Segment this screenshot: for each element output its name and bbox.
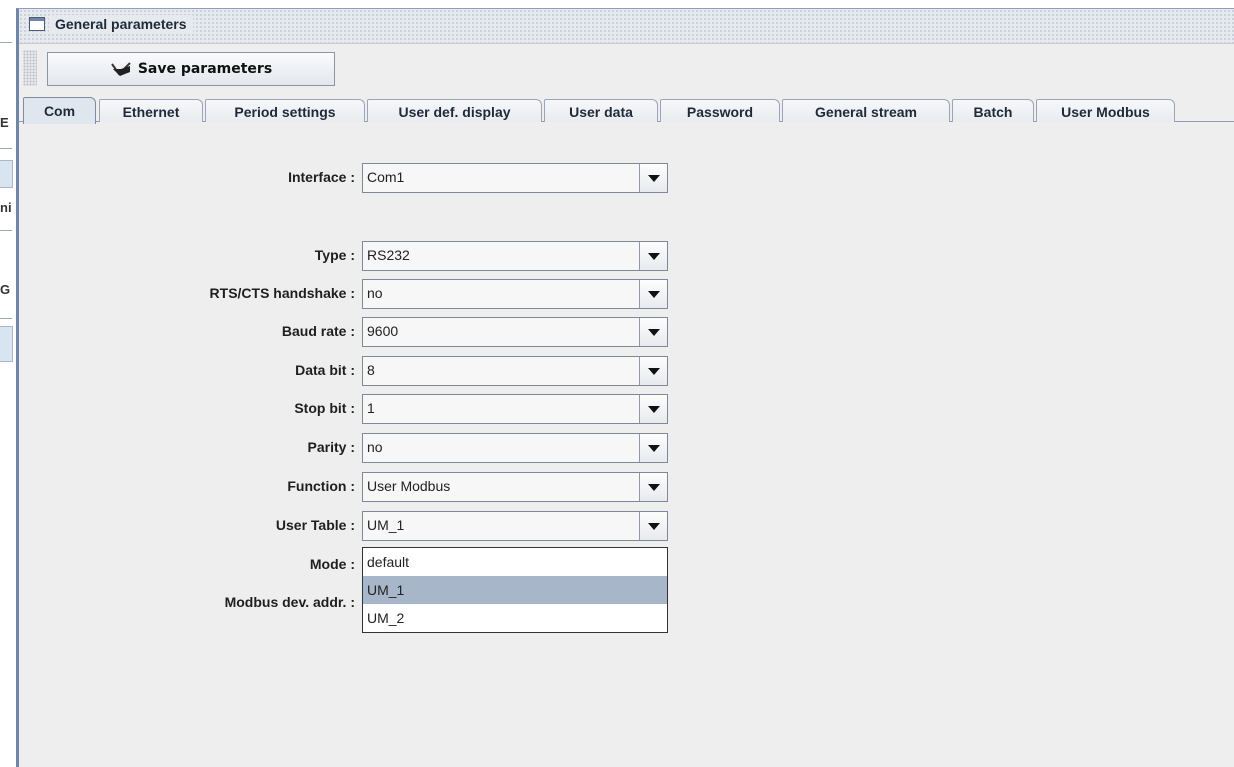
interface-value: Com1	[367, 169, 405, 185]
tab-com[interactable]: Com	[23, 97, 96, 124]
interface-select[interactable]: Com1	[362, 163, 668, 193]
function-select[interactable]: User Modbus	[362, 472, 668, 502]
parity-select[interactable]: no	[362, 433, 668, 463]
dropdown-option-um-2[interactable]: UM_2	[363, 604, 667, 632]
window-titlebar[interactable]: General parameters	[19, 9, 1234, 44]
chevron-down-icon[interactable]	[639, 512, 667, 540]
chevron-down-icon[interactable]	[639, 434, 667, 462]
chevron-down-icon[interactable]	[639, 357, 667, 385]
tab-password[interactable]: Password	[660, 99, 780, 123]
baud-rate-value: 9600	[367, 323, 399, 339]
rts-cts-row: RTS/CTS handshake : no	[19, 279, 679, 309]
background-text-fragment: G	[0, 282, 11, 297]
background-button-fragment	[0, 160, 13, 188]
rts-cts-select[interactable]: no	[362, 279, 668, 309]
baud-rate-label: Baud rate :	[281, 323, 355, 339]
mode-label: Mode :	[309, 556, 355, 572]
tab-strip: Com Ethernet Period settings User def. d…	[19, 95, 1234, 124]
background-divider	[0, 42, 12, 43]
background-divider	[0, 318, 12, 319]
baud-rate-select[interactable]: 9600	[362, 317, 668, 347]
window-icon	[29, 17, 45, 31]
data-bit-value: 8	[367, 362, 375, 378]
stop-bit-row: Stop bit : 1	[19, 394, 679, 424]
stop-bit-select[interactable]: 1	[362, 394, 668, 424]
parity-label: Parity :	[307, 439, 355, 455]
type-select[interactable]: RS232	[362, 241, 668, 271]
type-label: Type :	[314, 247, 355, 263]
toolbar-grip-handle[interactable]	[23, 50, 37, 86]
user-table-dropdown-list: default UM_1 UM_2	[362, 547, 668, 633]
data-bit-row: Data bit : 8	[19, 356, 679, 386]
rts-cts-value: no	[367, 285, 383, 301]
user-table-select[interactable]: UM_1	[362, 511, 668, 541]
user-table-row: User Table : UM_1	[19, 511, 679, 541]
data-bit-select[interactable]: 8	[362, 356, 668, 386]
rts-cts-label: RTS/CTS handshake :	[209, 285, 355, 301]
general-parameters-window: General parameters Save parameters Com E…	[16, 8, 1234, 767]
parity-row: Parity : no	[19, 433, 679, 463]
tab-general-stream[interactable]: General stream	[782, 99, 950, 123]
tab-user-data[interactable]: User data	[544, 99, 658, 123]
data-bit-label: Data bit :	[295, 362, 355, 378]
tab-user-modbus[interactable]: User Modbus	[1036, 99, 1175, 123]
save-parameters-button[interactable]: Save parameters	[47, 52, 335, 86]
user-table-label: User Table :	[275, 517, 355, 533]
type-value: RS232	[367, 247, 410, 263]
chevron-down-icon[interactable]	[639, 395, 667, 423]
stop-bit-value: 1	[367, 400, 375, 416]
background-divider	[0, 148, 12, 149]
modbus-addr-label: Modbus dev. addr. :	[224, 594, 355, 610]
window-title: General parameters	[49, 15, 193, 34]
tab-ethernet[interactable]: Ethernet	[99, 99, 203, 123]
save-icon	[110, 62, 131, 76]
background-text-fragment: ni	[0, 200, 12, 215]
dropdown-option-default[interactable]: default	[363, 548, 667, 576]
background-button-fragment	[0, 326, 13, 362]
interface-label: Interface :	[288, 169, 355, 185]
chevron-down-icon[interactable]	[639, 280, 667, 308]
background-divider	[0, 230, 12, 231]
chevron-down-icon[interactable]	[639, 473, 667, 501]
function-label: Function :	[287, 478, 355, 494]
chevron-down-icon[interactable]	[639, 164, 667, 192]
tab-period-settings[interactable]: Period settings	[205, 99, 365, 123]
tab-batch[interactable]: Batch	[952, 99, 1034, 123]
chevron-down-icon[interactable]	[639, 242, 667, 270]
chevron-down-icon[interactable]	[639, 318, 667, 346]
baud-rate-row: Baud rate : 9600	[19, 317, 679, 347]
type-row: Type : RS232	[19, 241, 679, 271]
toolbar: Save parameters	[19, 44, 1234, 94]
user-table-value: UM_1	[367, 517, 405, 533]
tab-user-def-display[interactable]: User def. display	[367, 99, 542, 123]
com-tab-panel: Interface : Com1 Type : RS232 RTS/CTS ha…	[19, 122, 1234, 767]
background-text-fragment: E	[0, 115, 9, 130]
function-value: User Modbus	[367, 478, 451, 494]
parity-value: no	[367, 439, 383, 455]
stop-bit-label: Stop bit :	[294, 400, 355, 416]
function-row: Function : User Modbus	[19, 472, 679, 502]
dropdown-option-um-1[interactable]: UM_1	[363, 576, 667, 604]
interface-row: Interface : Com1	[19, 163, 679, 193]
save-parameters-label: Save parameters	[137, 61, 273, 77]
